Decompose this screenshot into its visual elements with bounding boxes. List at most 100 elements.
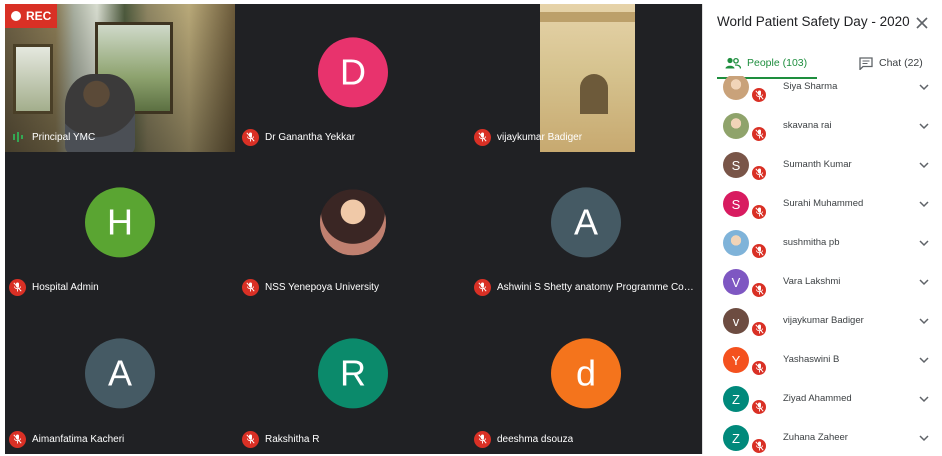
- speaking-indicator: [9, 129, 26, 146]
- participant-avatar: d: [551, 338, 621, 409]
- recording-label: REC: [26, 9, 52, 23]
- list-item[interactable]: Z Ziyad Ahammed: [703, 380, 941, 419]
- video-tile[interactable]: d deeshma dsouza: [470, 304, 702, 454]
- muted-indicator: [242, 430, 259, 448]
- list-item[interactable]: skavana rai: [703, 107, 941, 146]
- participant-name: Ziyad Ahammed: [783, 393, 852, 404]
- muted-indicator: [750, 320, 768, 338]
- list-item[interactable]: Z Zuhana Zaheer: [703, 419, 941, 454]
- video-tile[interactable]: H Hospital Admin: [5, 154, 235, 302]
- mic-off-icon: [13, 434, 22, 444]
- expand-participant-button[interactable]: [917, 275, 931, 289]
- mic-off-icon: [754, 129, 764, 139]
- tab-people-label: People (103): [747, 57, 808, 69]
- participant-avatar: H: [85, 187, 155, 258]
- chat-icon: [859, 56, 873, 70]
- participant-name: Ashwini S Shetty anatomy Programme Coord…: [497, 281, 698, 293]
- list-item[interactable]: v vijaykumar Badiger: [703, 302, 941, 341]
- tab-chat[interactable]: Chat (22): [859, 48, 923, 78]
- participant-name: NSS Yenepoya University: [265, 281, 379, 293]
- mic-off-icon: [478, 434, 487, 444]
- close-icon: [916, 17, 928, 29]
- participant-avatar: R: [318, 338, 388, 409]
- video-tile[interactable]: A Ashwini S Shetty anatomy Programme Coor…: [470, 154, 702, 302]
- expand-participant-button[interactable]: [917, 119, 931, 133]
- mic-off-icon: [478, 282, 487, 292]
- list-item[interactable]: Siya Sharma: [703, 76, 941, 107]
- mic-off-icon: [754, 246, 764, 256]
- chevron-down-icon: [919, 318, 929, 325]
- muted-indicator: [750, 164, 768, 182]
- recording-badge: REC: [5, 4, 57, 28]
- expand-participant-button[interactable]: [917, 197, 931, 211]
- participant-name: Zuhana Zaheer: [783, 432, 848, 443]
- people-icon: [725, 57, 741, 69]
- participant-name: sushmitha pb: [783, 237, 840, 248]
- participants-panel: World Patient Safety Day - 2020 People (…: [702, 4, 940, 454]
- participant-name: skavana rai: [783, 120, 832, 131]
- participant-photo: [723, 113, 749, 139]
- tab-chat-label: Chat (22): [879, 57, 923, 69]
- muted-indicator: [474, 430, 491, 448]
- muted-indicator: [474, 278, 491, 296]
- expand-participant-button[interactable]: [917, 392, 931, 406]
- list-item[interactable]: S Surahi Muhammed: [703, 185, 941, 224]
- list-item[interactable]: S Sumanth Kumar: [703, 146, 941, 185]
- chevron-down-icon: [919, 279, 929, 286]
- mic-off-icon: [754, 402, 764, 412]
- tile-name-row: Ashwini S Shetty anatomy Programme Coord…: [474, 278, 698, 296]
- video-tile[interactable]: R Rakshitha R: [238, 304, 468, 454]
- participant-photo: [723, 230, 749, 256]
- muted-indicator: [9, 278, 26, 296]
- participant-avatar: Z: [723, 425, 749, 451]
- muted-indicator: [474, 128, 491, 146]
- participant-avatar: D: [318, 37, 388, 108]
- video-tile[interactable]: A Aimanfatima Kacheri: [5, 304, 235, 454]
- mic-off-icon: [754, 363, 764, 373]
- record-dot-icon: [11, 11, 21, 21]
- chevron-down-icon: [919, 84, 929, 91]
- muted-indicator: [750, 125, 768, 143]
- tab-people[interactable]: People (103): [725, 48, 807, 78]
- close-panel-button[interactable]: [912, 13, 932, 33]
- mic-off-icon: [754, 207, 764, 217]
- tile-name-row: NSS Yenepoya University: [242, 278, 464, 296]
- chevron-down-icon: [919, 123, 929, 130]
- meeting-title: World Patient Safety Day - 2020: [717, 14, 910, 29]
- participant-name: Dr Ganantha Yekkar: [265, 131, 356, 143]
- muted-indicator: [750, 203, 768, 221]
- expand-participant-button[interactable]: [917, 314, 931, 328]
- participant-name: vijaykumar Badiger: [783, 315, 864, 326]
- expand-participant-button[interactable]: [917, 431, 931, 445]
- video-frame: [13, 44, 53, 114]
- video-tile[interactable]: vijaykumar Badiger: [470, 4, 702, 152]
- muted-indicator: [750, 398, 768, 416]
- mic-off-icon: [246, 282, 255, 292]
- participant-name: Sumanth Kumar: [783, 159, 852, 170]
- list-item[interactable]: V Vara Lakshmi: [703, 263, 941, 302]
- panel-tabs: People (103) Chat (22): [703, 48, 941, 79]
- muted-indicator: [750, 359, 768, 377]
- muted-indicator: [9, 430, 26, 448]
- mic-off-icon: [478, 132, 487, 142]
- muted-indicator: [750, 281, 768, 299]
- participant-name: vijaykumar Badiger: [497, 131, 583, 143]
- chevron-down-icon: [919, 396, 929, 403]
- expand-participant-button[interactable]: [917, 236, 931, 250]
- tile-name-row: deeshma dsouza: [474, 430, 698, 448]
- expand-participant-button[interactable]: [917, 353, 931, 367]
- participant-name: Vara Lakshmi: [783, 276, 841, 287]
- video-tile[interactable]: D Dr Ganantha Yekkar: [238, 4, 468, 152]
- mic-off-icon: [754, 285, 764, 295]
- expand-participant-button[interactable]: [917, 158, 931, 172]
- expand-participant-button[interactable]: [917, 80, 931, 94]
- participant-name: Aimanfatima Kacheri: [32, 433, 125, 445]
- tile-name-row: Rakshitha R: [242, 430, 464, 448]
- video-tile[interactable]: NSS Yenepoya University: [238, 154, 468, 302]
- chevron-down-icon: [919, 240, 929, 247]
- list-item[interactable]: sushmitha pb: [703, 224, 941, 263]
- mic-off-icon: [13, 282, 22, 292]
- list-item[interactable]: Y Yashaswini B: [703, 341, 941, 380]
- participant-photo: [318, 187, 388, 258]
- participant-name: Rakshitha R: [265, 433, 320, 445]
